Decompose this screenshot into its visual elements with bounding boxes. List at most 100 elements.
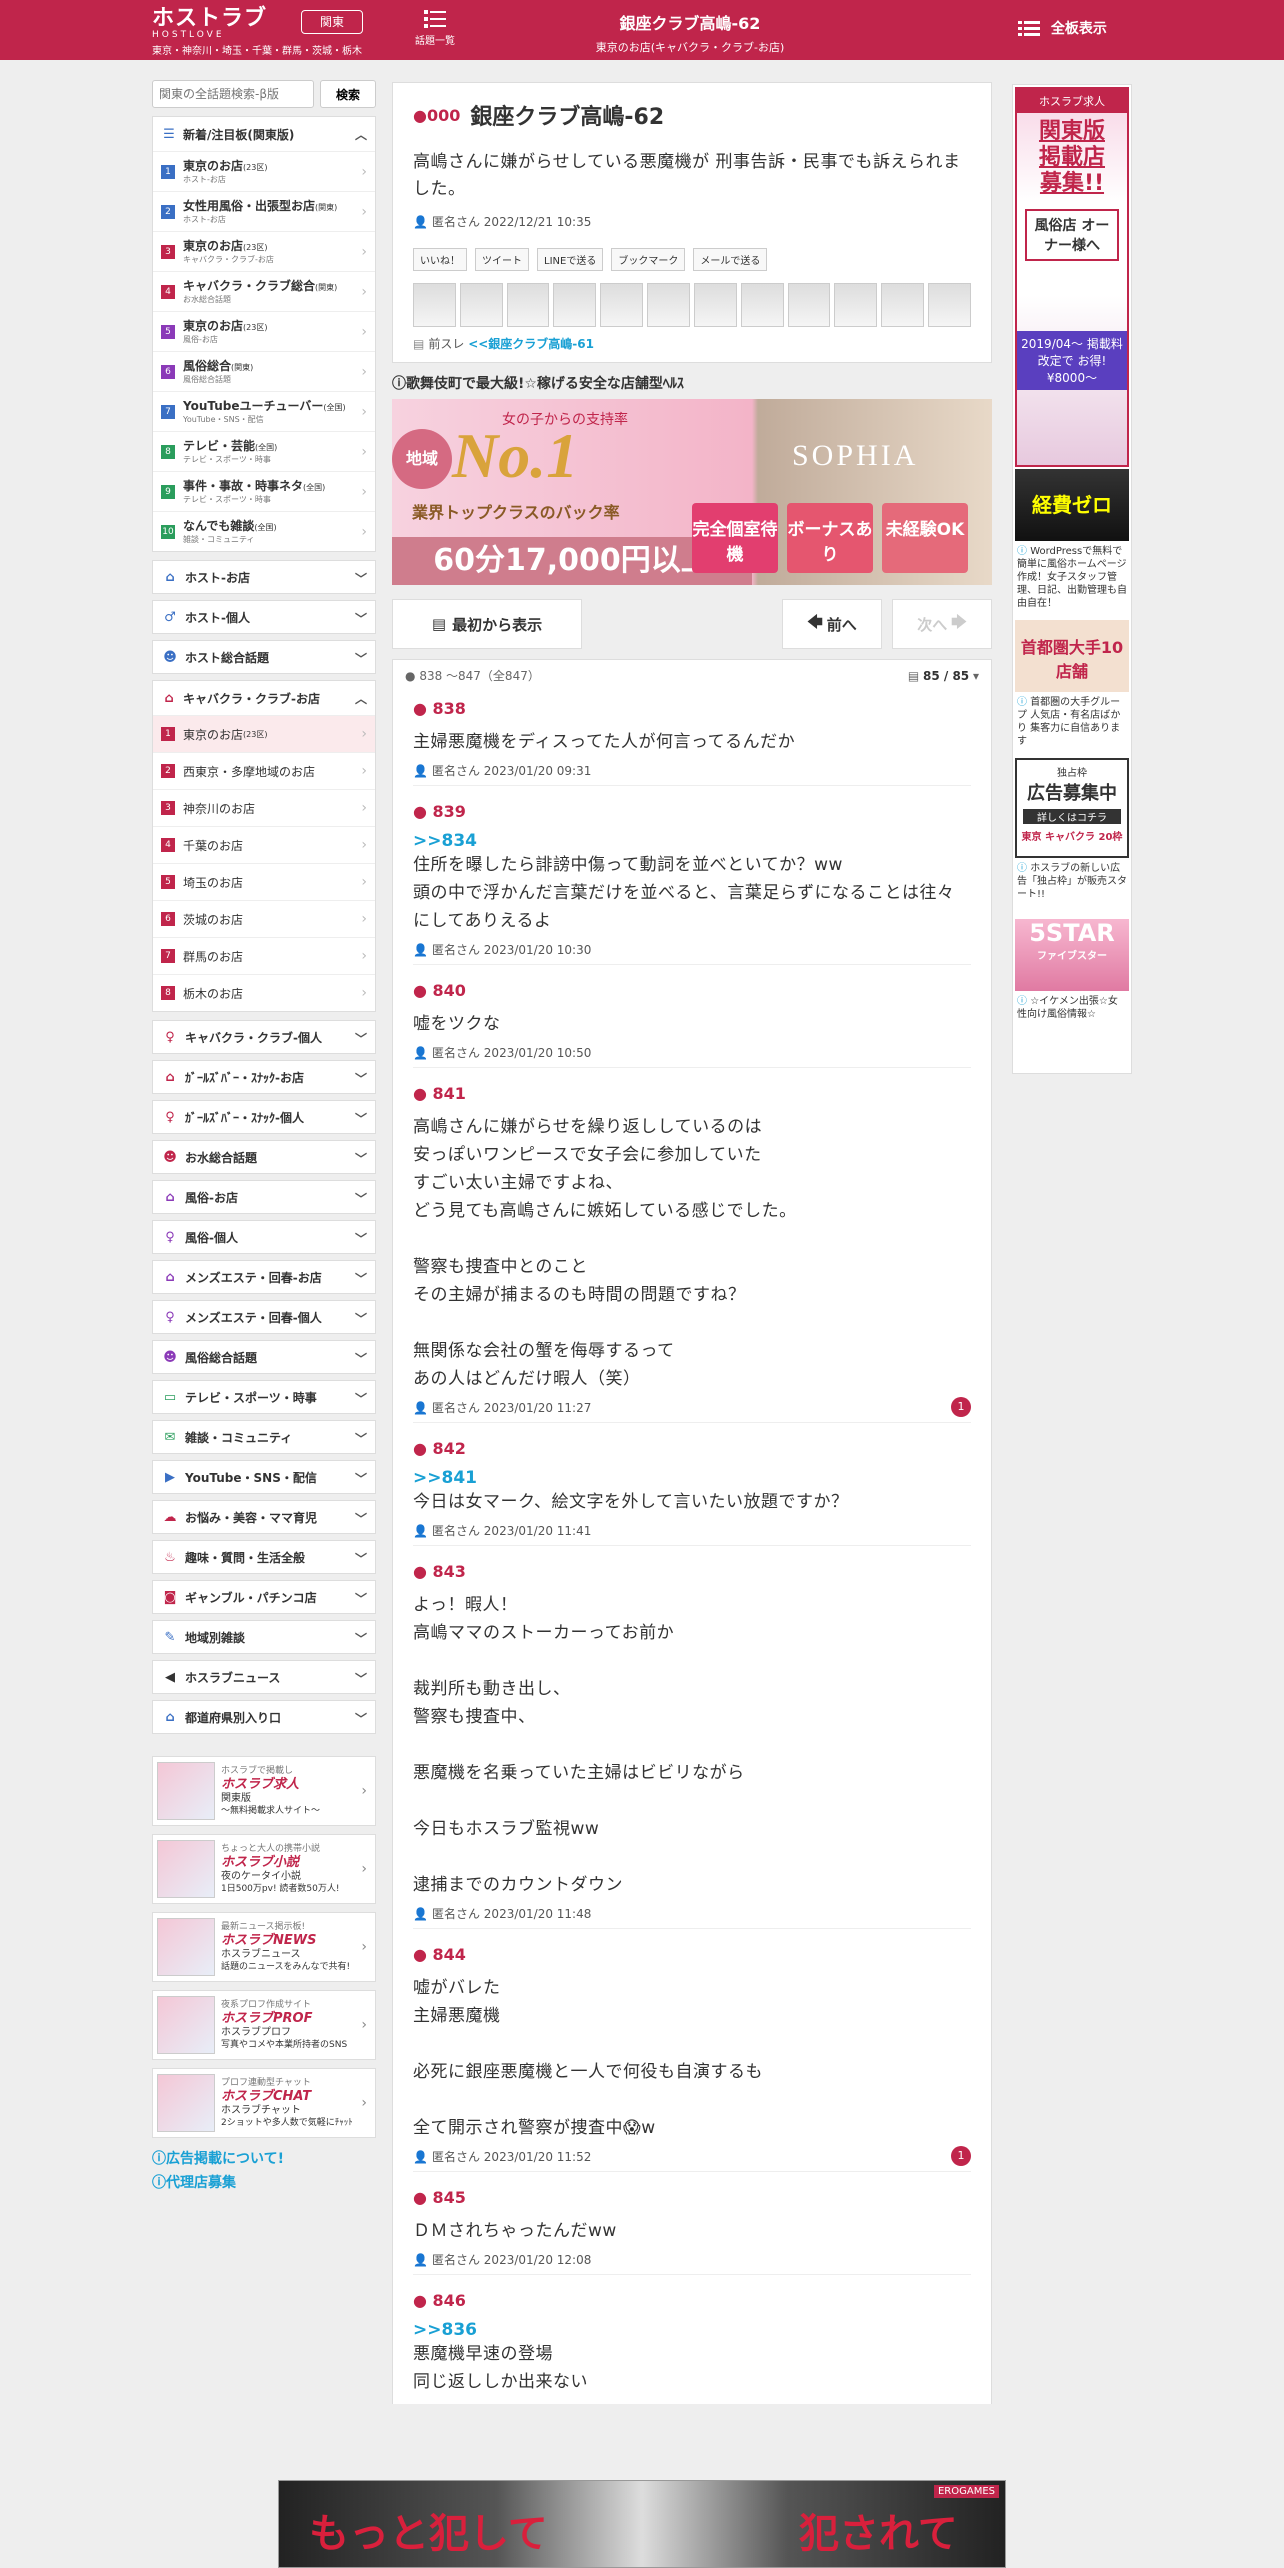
cabaret-area-item[interactable]: 8 栃木のお店 › [153,974,375,1011]
new-board-item[interactable]: 4 キャバクラ・クラブ総合(関東) お水総合話題 › [153,271,375,311]
prev-thread-link[interactable]: <<銀座クラブ高嶋-61 [468,337,594,351]
share-button[interactable]: ブックマーク [611,248,686,271]
reply-anchor-link[interactable]: >>841 [413,1468,971,1488]
thumbnail[interactable] [693,283,737,327]
new-board-category: ホスト-お店 [183,214,226,224]
category-item[interactable]: ☁ お悩み・美容・ママ育児 ﹀ [152,1500,376,1534]
next-page-button[interactable]: 次へ 🡆 [892,599,992,649]
category-item[interactable]: ✉ 雑談・コミュニティ ﹀ [152,1420,376,1454]
new-board-item[interactable]: 2 女性用風俗・出張型お店(関東) ホスト-お店 › [153,191,375,231]
category-item[interactable]: ⌂ ｶﾞｰﾙｽﾞﾊﾞｰ・ｽﾅｯｸ-お店 ﹀ [152,1060,376,1094]
reply-anchor-link[interactable]: >>836 [413,2320,971,2340]
agency-link[interactable]: ⓘ代理店募集 [152,2172,376,2192]
all-boards-button[interactable]: 全板表示 [1018,18,1107,38]
ad-recruit-ad[interactable]: 独占枠 広告募集中 詳しくはコチラ 東京 キャバクラ 20枠 [1015,758,1129,858]
cabaret-header[interactable]: ⌂ キャバクラ・クラブ-お店 ︿ [153,681,375,715]
thumbnail[interactable] [600,283,644,327]
post-number[interactable]: ● 841 [413,1084,971,1103]
search-button[interactable]: 検索 [320,80,376,108]
category-list-top: ⌂ ホスト-お店 ﹀ ♂ ホスト-個人 ﹀ ☻ ホスト総合話題 ﹀ [152,560,376,674]
post-number[interactable]: ● 845 [413,2188,971,2207]
thumbnail[interactable] [740,283,784,327]
post-number[interactable]: ● 842 [413,1439,971,1458]
post-number[interactable]: ● 839 [413,802,971,821]
cabaret-area-item[interactable]: 2 西東京・多摩地域のお店 › [153,752,375,789]
new-board-item[interactable]: 7 YouTubeユーチューバー(全国) YouTube・SNS・配信 › [153,391,375,431]
thumbnail[interactable] [413,283,456,327]
thumbnail[interactable] [506,283,550,327]
service-banner[interactable]: 最新ニュース掲示板! ホスラブNEWS ホスラブニュース 話題のニュースをみんなで共有… [152,1912,376,1982]
metro-ad[interactable]: 首都圏大手10店舗 [1015,620,1129,692]
category-item[interactable]: ◀ ホスラブニュース ﹀ [152,1660,376,1694]
category-item[interactable]: ◙ ギャンブル・パチンコ店 ﹀ [152,1580,376,1614]
new-board-item[interactable]: 8 テレビ・芸能(全国) テレビ・スポーツ・時事 › [153,431,375,471]
category-item[interactable]: ♀ キャバクラ・クラブ-個人 ﹀ [152,1020,376,1054]
post-number[interactable]: ● 846 [413,2291,971,2310]
reply-count-badge[interactable]: 1 [951,2146,971,2166]
page-selector[interactable]: ▤ 85 / 85 ▾ [908,669,979,683]
category-item[interactable]: ☻ お水総合話題 ﹀ [152,1140,376,1174]
ad-info-link[interactable]: ⓘ広告掲載について! [152,2148,376,2168]
sophia-ad-banner[interactable]: 地域 女の子からの支持率 No.1 業界トップクラスのバック率 60分17,00… [392,399,992,585]
cabaret-area-item[interactable]: 3 神奈川のお店 › [153,789,375,826]
category-item[interactable]: ♨ 趣味・質問・生活全般 ﹀ [152,1540,376,1574]
new-boards-header[interactable]: ☰ 新着/注目板(関東版) ︿ [153,117,375,151]
category-item[interactable]: ♀ 風俗-個人 ﹀ [152,1220,376,1254]
prev-page-button[interactable]: 🡄 前へ [782,599,882,649]
post-number[interactable]: ● 840 [413,981,971,1000]
post-number[interactable]: ● 844 [413,1945,971,1964]
recruit-ad[interactable]: ホスラブ求人 関東版 掲載店 募集!! 風俗店 オーナー様へ 2019/04～ 掲載… [1015,87,1129,467]
reply-count-badge[interactable]: 1 [951,1397,971,1417]
category-item[interactable]: ♀ メンズエステ・回春-個人 ﹀ [152,1300,376,1334]
new-board-item[interactable]: 1 東京のお店(23区) ホスト-お店 › [153,151,375,191]
new-board-item[interactable]: 10 なんでも雑談(全国) 雑談・コミュニティ › [153,511,375,551]
cabaret-area-item[interactable]: 4 千葉のお店 › [153,826,375,863]
reply-anchor-link[interactable]: >>834 [413,831,971,851]
category-item[interactable]: ▭ テレビ・スポーツ・時事 ﹀ [152,1380,376,1414]
post-text: 嘘をツクな [413,1014,501,1034]
category-item[interactable]: ☻ ホスト総合話題 ﹀ [152,640,376,674]
thumbnail[interactable] [928,283,971,327]
region-button[interactable]: 関東 [301,10,363,34]
share-button[interactable]: ツイート [475,248,529,271]
share-button[interactable]: メールで送る [693,248,768,271]
category-item[interactable]: ⌂ 風俗-お店 ﹀ [152,1180,376,1214]
category-item[interactable]: ⌂ ホスト-お店 ﹀ [152,560,376,594]
category-item[interactable]: ▶ YouTube・SNS・配信 ﹀ [152,1460,376,1494]
post-number[interactable]: ● 838 [413,699,971,718]
bottom-banner-ad[interactable]: もっと犯して 犯されて EROGAMES [278,2480,1006,2568]
category-item[interactable]: ♂ ホスト-個人 ﹀ [152,600,376,634]
thumbnail[interactable] [834,283,878,327]
cabaret-area-item[interactable]: 7 群馬のお店 › [153,937,375,974]
thumbnail[interactable] [553,283,597,327]
service-banner[interactable]: ホスラブで掲載し ホスラブ求人 関東版 ～無料掲載求人サイト～ › [152,1756,376,1826]
category-item[interactable]: ⌂ メンズエステ・回春-お店 ﹀ [152,1260,376,1294]
topics-list-button[interactable]: 話題一覧 [405,8,465,47]
site-logo[interactable]: ホストラブ [152,7,267,29]
new-board-item[interactable]: 6 風俗総合(関東) 風俗総合話題 › [153,351,375,391]
share-button[interactable]: LINEで送る [537,248,604,271]
thumbnail[interactable] [459,283,503,327]
zero-cost-ad[interactable]: 経費ゼロ [1015,469,1129,541]
category-item[interactable]: ♀ ｶﾞｰﾙｽﾞﾊﾞｰ・ｽﾅｯｸ-個人 ﹀ [152,1100,376,1134]
category-item[interactable]: ⌂ 都道府県別入り口 ﹀ [152,1700,376,1734]
category-item[interactable]: ✎ 地域別雑談 ﹀ [152,1620,376,1654]
cabaret-area-item[interactable]: 1 東京のお店 (23区) › [153,715,375,752]
thumbnail[interactable] [881,283,925,327]
first-page-button[interactable]: ▤ 最初から表示 [392,599,582,649]
search-input[interactable] [152,80,314,108]
service-banner[interactable]: プロフ連動型チャット ホスラブCHAT ホスラブチャット 2ショットや多人数で気軽にﾁ… [152,2068,376,2138]
new-board-item[interactable]: 5 東京のお店(23区) 風俗-お店 › [153,311,375,351]
share-button[interactable]: いいね！ [413,248,467,271]
category-item[interactable]: ☻ 風俗総合話題 ﹀ [152,1340,376,1374]
thumbnail[interactable] [647,283,690,327]
service-banner[interactable]: ちょっと大人の携帯小説 ホスラブ小説 夜のケータイ小説 1日500万pv! 読者数50… [152,1834,376,1904]
new-board-item[interactable]: 9 事件・事故・時事ネタ(全国) テレビ・スポーツ・時事 › [153,471,375,511]
thumbnail[interactable] [787,283,831,327]
cabaret-area-item[interactable]: 5 埼玉のお店 › [153,863,375,900]
post-number[interactable]: ● 843 [413,1562,971,1581]
service-banner[interactable]: 夜系プロフ作成サイト ホスラブPROF ホスラブプロフ 写真やコメや本業所持者のSNS… [152,1990,376,2060]
new-board-item[interactable]: 3 東京のお店(23区) キャバクラ・クラブ-お店 › [153,231,375,271]
cabaret-area-item[interactable]: 6 茨城のお店 › [153,900,375,937]
fivestar-ad[interactable]: 5STAR ファイブスター [1015,919,1129,991]
